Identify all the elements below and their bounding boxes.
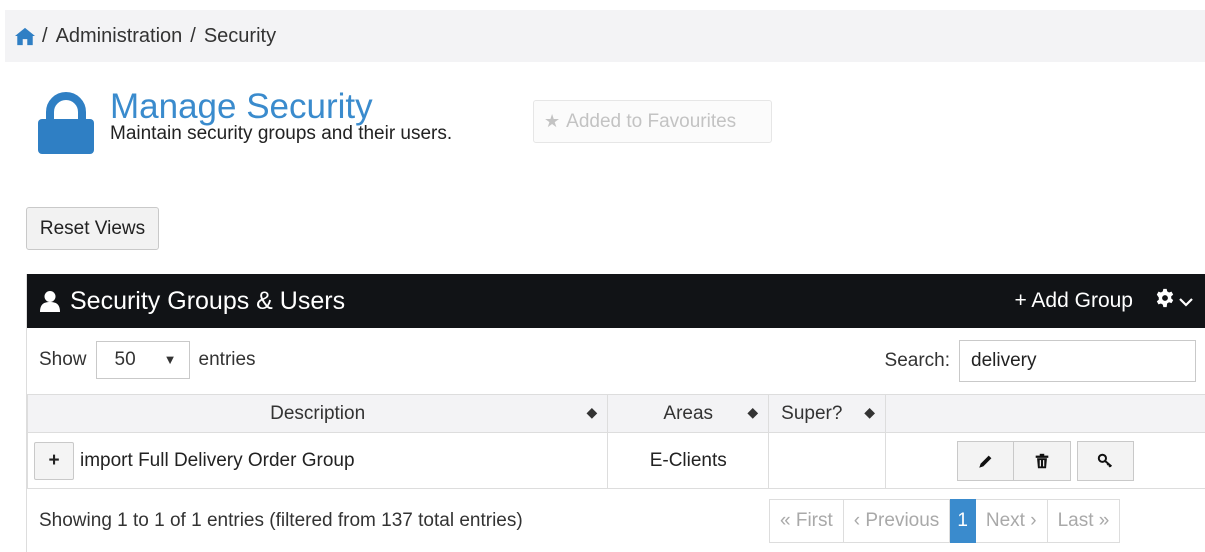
entries-label: entries	[198, 349, 256, 370]
search-input[interactable]: delivery	[959, 340, 1196, 382]
add-group-button[interactable]: + Add Group	[1014, 289, 1133, 313]
breadcrumb-separator: /	[42, 24, 48, 47]
security-groups-panel: Security Groups & Users + Add Group Show…	[26, 274, 1205, 552]
panel-settings-menu[interactable]	[1155, 288, 1193, 314]
chevron-down-icon	[1175, 289, 1193, 313]
sort-icon: ◆	[747, 404, 759, 420]
column-header-description[interactable]: Description ◆	[26, 394, 609, 433]
gear-icon	[1155, 288, 1175, 314]
sort-icon: ◆	[864, 404, 876, 420]
areas-cell: E-Clients	[607, 432, 770, 489]
user-icon	[39, 290, 61, 312]
reset-views-button[interactable]: Reset Views	[26, 207, 159, 250]
pencil-icon	[978, 455, 991, 468]
super-cell	[768, 432, 887, 489]
show-label: Show	[39, 349, 87, 370]
table-info: Showing 1 to 1 of 1 entries (filtered fr…	[39, 510, 523, 531]
column-header-actions	[885, 394, 1205, 433]
breadcrumb-separator: /	[190, 24, 196, 47]
search-control: Search: delivery	[885, 340, 1196, 382]
edit-button[interactable]	[957, 440, 1015, 481]
search-label: Search:	[884, 350, 950, 371]
breadcrumb-item-administration[interactable]: Administration	[56, 25, 183, 48]
star-icon: ★	[544, 111, 561, 131]
favourite-label: Added to Favourites	[566, 110, 737, 132]
permissions-button[interactable]	[1077, 440, 1135, 481]
pagination: « First ‹ Previous 1 Next › Last »	[769, 499, 1121, 543]
page-header: Manage Security Maintain security groups…	[36, 87, 453, 154]
page-size-select[interactable]: 50 ▼	[95, 341, 190, 379]
page-subtitle: Maintain security groups and their users…	[110, 123, 453, 144]
column-header-areas[interactable]: Areas ◆	[607, 394, 770, 433]
breadcrumb: / Administration / Security	[5, 10, 1205, 62]
select-caret-icon: ▼	[163, 352, 177, 367]
column-header-super[interactable]: Super? ◆	[768, 394, 887, 433]
sort-icon: ◆	[586, 404, 598, 420]
description-cell: + import Full Delivery Order Group	[26, 432, 609, 489]
page-title: Manage Security	[110, 87, 373, 126]
group-description: import Full Delivery Order Group	[80, 449, 355, 471]
breadcrumb-item-security[interactable]: Security	[204, 25, 276, 48]
trash-icon	[1035, 453, 1049, 468]
key-icon	[1097, 453, 1112, 468]
panel-title: Security Groups & Users	[70, 286, 346, 315]
delete-button[interactable]	[1014, 440, 1072, 481]
expand-row-button[interactable]: +	[34, 441, 74, 480]
actions-cell	[885, 432, 1205, 489]
page-previous-button[interactable]: ‹ Previous	[843, 499, 951, 543]
favourite-button[interactable]: ★ Added to Favourites	[533, 100, 772, 143]
panel-header: Security Groups & Users + Add Group	[27, 274, 1205, 328]
security-groups-table: Description ◆ Areas ◆ Super? ◆ + import Ful…	[26, 394, 1205, 489]
page-size-control: Show 50 ▼ entries	[39, 338, 256, 382]
page-last-button[interactable]: Last »	[1047, 499, 1121, 543]
page-current-button[interactable]: 1	[950, 499, 976, 543]
page-first-button[interactable]: « First	[769, 499, 844, 543]
home-icon[interactable]	[14, 26, 36, 46]
page-size-value: 50	[114, 349, 136, 370]
page-next-button[interactable]: Next ›	[975, 499, 1048, 543]
table-row: + import Full Delivery Order Group E-Cli…	[26, 432, 1205, 489]
lock-icon	[36, 92, 96, 154]
